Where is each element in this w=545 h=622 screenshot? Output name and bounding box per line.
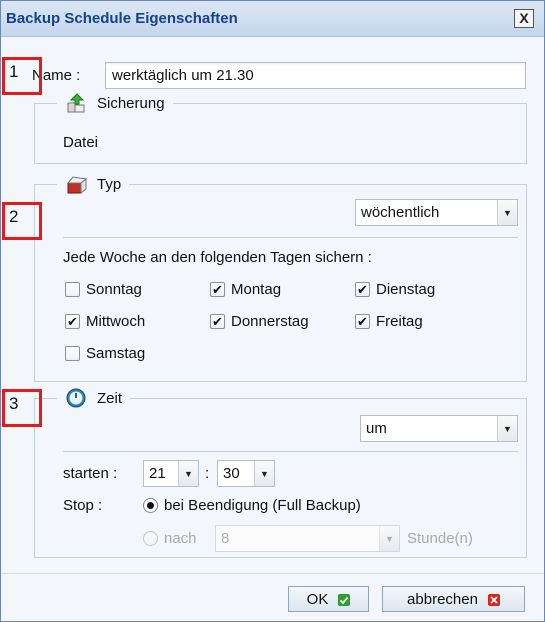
dialog-title: Backup Schedule Eigenschaften [6, 10, 238, 27]
checkbox-dienstag-box: ✔ [355, 282, 370, 297]
marker-2: 2 [2, 202, 42, 240]
checkbox-samstag[interactable]: Samstag [65, 345, 145, 362]
minute-select[interactable]: 30 ▼ [217, 460, 275, 487]
marker-2-number: 2 [9, 207, 19, 226]
frequency-select[interactable]: wöchentlich ▼ [355, 199, 518, 226]
chevron-down-icon: ▼ [178, 461, 198, 486]
chevron-down-icon: ▼ [254, 461, 274, 486]
hour-value: 21 [149, 465, 166, 482]
chevron-down-icon: ▼ [379, 526, 399, 551]
title-bar: Backup Schedule Eigenschaften X [1, 1, 544, 37]
after-hours-input[interactable]: 8 ▼ [215, 525, 400, 552]
marker-3: 3 [2, 389, 42, 427]
marker-3-number: 3 [9, 394, 19, 413]
ok-button[interactable]: OK [288, 586, 369, 612]
marker-1-number: 1 [9, 62, 19, 81]
cancel-x-icon [487, 593, 500, 606]
checkbox-sonntag-label: Sonntag [86, 281, 142, 298]
chevron-down-icon: ▼ [497, 200, 517, 225]
checkbox-dienstag[interactable]: ✔ Dienstag [355, 281, 435, 298]
dialog-window: Backup Schedule Eigenschaften X Name : w… [0, 0, 545, 622]
checkbox-donnerstag-box: ✔ [210, 314, 225, 329]
sicherung-fieldset: Sicherung Datei [34, 92, 527, 164]
zeit-separator [63, 451, 518, 452]
typ-legend-text: Typ [97, 175, 122, 193]
start-label: starten : [63, 465, 118, 482]
checkbox-donnerstag[interactable]: ✔ Donnerstag [210, 313, 309, 330]
after-hours-value: 8 [221, 530, 230, 547]
zeit-legend: Zeit [57, 387, 131, 409]
radio-on-completion[interactable]: bei Beendigung (Full Backup) [143, 497, 361, 514]
checkbox-sonntag-box [65, 282, 80, 297]
chevron-down-icon: ▼ [497, 416, 517, 441]
radio-after-hours-label: nach [164, 530, 197, 547]
sicherung-legend-text: Sicherung [97, 94, 165, 112]
hour-select[interactable]: 21 ▼ [143, 460, 199, 487]
close-button[interactable]: X [514, 9, 534, 28]
sicherung-legend: Sicherung [57, 92, 173, 114]
zeit-fieldset: Zeit um ▼ starten : 21 ▼ : 30 ▼ Stop : b… [34, 387, 527, 558]
typ-fieldset: Typ wöchentlich ▼ Jede Woche an den folg… [34, 173, 527, 382]
cancel-button[interactable]: abbrechen [382, 586, 525, 612]
dialog-footer: OK abbrechen [1, 573, 544, 622]
checkbox-samstag-label: Samstag [86, 345, 146, 362]
checkbox-montag-box: ✔ [210, 282, 225, 297]
minute-value: 30 [223, 465, 240, 482]
checkbox-montag[interactable]: ✔ Montag [210, 281, 281, 298]
checkbox-mittwoch-box: ✔ [65, 314, 80, 329]
time-mode-select[interactable]: um ▼ [360, 415, 518, 442]
zeit-legend-text: Zeit [97, 389, 123, 407]
checkbox-sonntag[interactable]: Sonntag [65, 281, 142, 298]
checkbox-mittwoch-label: Mittwoch [86, 313, 146, 330]
sicherung-icon [65, 92, 89, 114]
checkbox-montag-label: Montag [231, 281, 282, 298]
checkbox-mittwoch[interactable]: ✔ Mittwoch [65, 313, 145, 330]
name-input[interactable]: werktäglich um 21.30 [105, 62, 526, 89]
checkbox-freitag-box: ✔ [355, 314, 370, 329]
checkbox-donnerstag-label: Donnerstag [231, 313, 309, 330]
clock-icon [65, 387, 89, 409]
radio-after-hours[interactable]: nach [143, 530, 197, 547]
sicherung-value: Datei [63, 134, 99, 151]
check-icon [338, 593, 351, 606]
checkbox-dienstag-label: Dienstag [376, 281, 436, 298]
hours-unit-label: Stunde(n) [407, 530, 473, 547]
days-instruction: Jede Woche an den folgenden Tagen sicher… [63, 249, 372, 266]
stop-label: Stop : [63, 497, 103, 514]
typ-icon [65, 173, 89, 195]
frequency-value: wöchentlich [361, 204, 440, 221]
checkbox-freitag-label: Freitag [376, 313, 423, 330]
radio-on-completion-dot [143, 498, 158, 513]
typ-separator [63, 237, 518, 238]
time-colon: : [205, 465, 210, 482]
typ-legend: Typ [57, 173, 130, 195]
ok-button-label: OK [306, 590, 329, 608]
marker-1: 1 [2, 57, 42, 95]
time-mode-value: um [366, 420, 387, 437]
checkbox-freitag[interactable]: ✔ Freitag [355, 313, 423, 330]
checkbox-samstag-box [65, 346, 80, 361]
radio-on-completion-label: bei Beendigung (Full Backup) [164, 497, 361, 514]
cancel-button-label: abbrechen [407, 590, 478, 608]
radio-after-hours-dot [143, 531, 158, 546]
